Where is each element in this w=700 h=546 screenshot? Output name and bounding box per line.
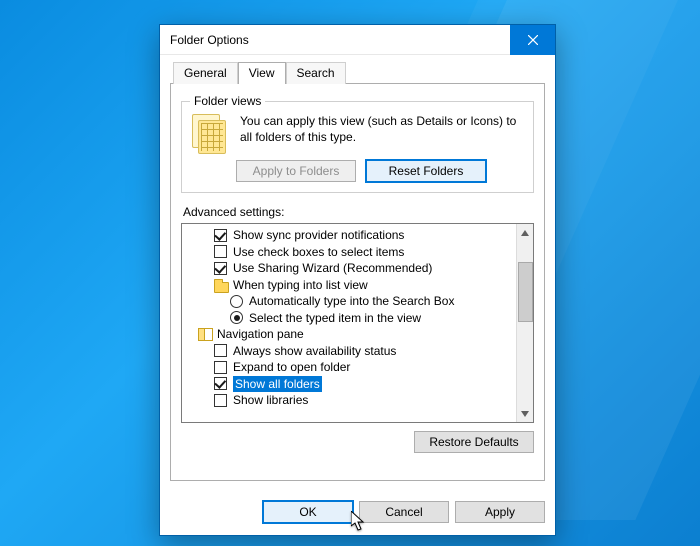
list-item-label: Navigation pane [217, 326, 304, 343]
tab-search[interactable]: Search [286, 62, 346, 84]
advanced-settings-content: Show sync provider notificationsUse chec… [182, 224, 516, 422]
checkbox[interactable] [214, 344, 227, 357]
radio[interactable] [230, 295, 243, 308]
folder-views-group: Folder views You can apply this view (su… [181, 94, 534, 193]
chevron-up-icon [521, 229, 529, 237]
list-item-label: Expand to open folder [233, 359, 350, 376]
scrollbar[interactable] [516, 224, 533, 422]
list-item-label: Show libraries [233, 392, 308, 409]
restore-defaults-button[interactable]: Restore Defaults [414, 431, 534, 453]
list-item[interactable]: Navigation pane [186, 326, 514, 343]
ok-button[interactable]: OK [263, 501, 353, 523]
folder-views-icon [192, 114, 228, 154]
list-item-label: Show sync provider notifications [233, 227, 404, 244]
radio[interactable] [230, 311, 243, 324]
close-icon [528, 35, 538, 45]
list-item[interactable]: Show libraries [186, 392, 514, 409]
checkbox[interactable] [214, 262, 227, 275]
scroll-up-button[interactable] [517, 224, 534, 241]
window-title: Folder Options [170, 33, 249, 47]
list-item[interactable]: Select the typed item in the view [186, 310, 514, 327]
cancel-button[interactable]: Cancel [359, 501, 449, 523]
checkbox[interactable] [214, 229, 227, 242]
apply-to-folders-button[interactable]: Apply to Folders [236, 160, 356, 182]
list-item[interactable]: Always show availability status [186, 343, 514, 360]
tab-view[interactable]: View [238, 62, 286, 84]
advanced-settings-label: Advanced settings: [183, 205, 534, 219]
checkbox[interactable] [214, 377, 227, 390]
list-item[interactable]: Automatically type into the Search Box [186, 293, 514, 310]
reset-folders-button[interactable]: Reset Folders [366, 160, 486, 182]
list-item-label: Select the typed item in the view [249, 310, 421, 327]
tabs: General View Search [173, 61, 545, 83]
titlebar: Folder Options [160, 25, 555, 55]
chevron-down-icon [521, 410, 529, 418]
dialog-client: General View Search Folder views You can… [160, 55, 555, 491]
folder-options-dialog: Folder Options General View Search Folde… [159, 24, 556, 536]
list-item-label: When typing into list view [233, 277, 368, 294]
list-item-label: Use Sharing Wizard (Recommended) [233, 260, 432, 277]
tab-general[interactable]: General [173, 62, 238, 84]
tab-pane-view: Folder views You can apply this view (su… [170, 83, 545, 481]
close-button[interactable] [510, 25, 555, 55]
list-item-label: Automatically type into the Search Box [249, 293, 454, 310]
list-item[interactable]: Show sync provider notifications [186, 227, 514, 244]
dialog-footer: OK Cancel Apply [160, 491, 555, 535]
scrollbar-thumb[interactable] [518, 262, 533, 322]
list-item[interactable]: Use Sharing Wizard (Recommended) [186, 260, 514, 277]
list-item[interactable]: Show all folders [186, 376, 514, 393]
apply-button[interactable]: Apply [455, 501, 545, 523]
folder-views-legend: Folder views [190, 94, 265, 108]
navigation-pane-icon [198, 328, 212, 340]
scroll-down-button[interactable] [517, 405, 534, 422]
list-item-label: Use check boxes to select items [233, 244, 404, 261]
list-item-label: Always show availability status [233, 343, 396, 360]
checkbox[interactable] [214, 361, 227, 374]
advanced-settings-list[interactable]: Show sync provider notificationsUse chec… [181, 223, 534, 423]
checkbox[interactable] [214, 394, 227, 407]
list-item-label: Show all folders [233, 376, 322, 393]
list-item[interactable]: Use check boxes to select items [186, 244, 514, 261]
list-item[interactable]: When typing into list view [186, 277, 514, 294]
folder-icon [214, 279, 228, 291]
list-item[interactable]: Expand to open folder [186, 359, 514, 376]
folder-views-text: You can apply this view (such as Details… [240, 114, 525, 154]
checkbox[interactable] [214, 245, 227, 258]
